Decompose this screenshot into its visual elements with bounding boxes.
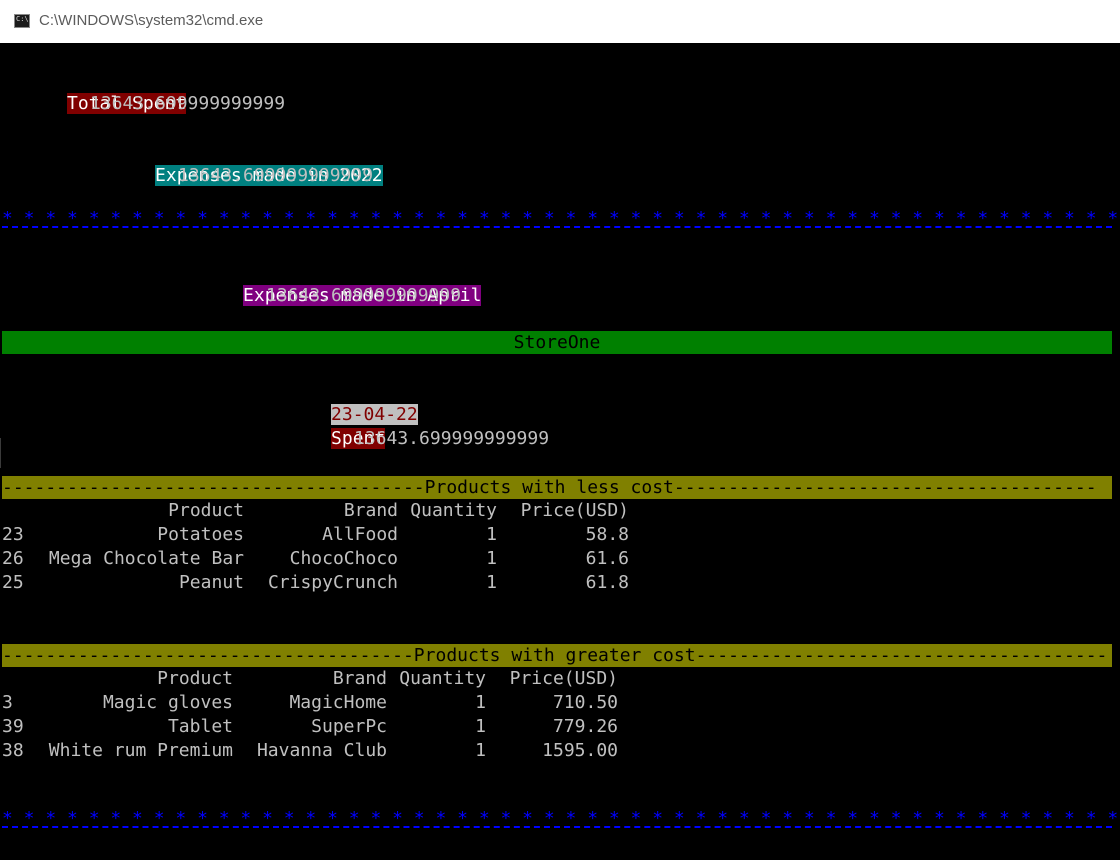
table-header-row: Product Brand Quantity Price(USD) [2, 499, 642, 523]
row-product: Potatoes [157, 524, 244, 545]
table-row: 23 Potatoes AllFood 1 58.8 [2, 523, 642, 547]
row-product: Peanut [178, 572, 244, 593]
row-price: 710.50 [552, 692, 618, 713]
row-product: Tablet [167, 716, 233, 737]
row-product: Mega Chocolate Bar [48, 548, 244, 569]
row-brand: MagicHome [289, 692, 387, 713]
separator-bottom: * * * * * * * * * * * * * * * * * * * * … [2, 808, 1120, 835]
row-quantity: 1 [475, 692, 486, 713]
table-row: 3 Magic gloves MagicHome 1 710.50 [2, 691, 642, 715]
row-brand: ChocoChoco [289, 548, 398, 569]
year-expenses-line: Expenses made in 2022 [90, 140, 383, 186]
total-spent-value: 13643.699999999999 [90, 93, 286, 114]
column-header-brand: Brand [332, 668, 387, 689]
row-quantity: 1 [475, 716, 486, 737]
year-expenses-value: 13643.699999999999 [178, 165, 374, 186]
row-brand: AllFood [322, 524, 398, 545]
month-expenses-line: Expenses made in April [178, 260, 482, 306]
column-header-price: Price(USD) [520, 500, 629, 521]
less-cost-table: Product Brand Quantity Price(USD) 23 Pot… [2, 499, 642, 595]
row-quantity: 1 [475, 740, 486, 761]
row-product: White rum Premium [48, 740, 233, 761]
row-quantity: 1 [486, 572, 497, 593]
row-price: 58.8 [585, 524, 629, 545]
column-header-price: Price(USD) [509, 668, 618, 689]
column-header-brand: Brand [343, 500, 398, 521]
store-banner: StoreOne [2, 331, 1112, 354]
separator-top: * * * * * * * * * * * * * * * * * * * * … [2, 208, 1120, 235]
row-brand: Havanna Club [256, 740, 387, 761]
table-row: 39 Tablet SuperPc 1 779.26 [2, 715, 642, 739]
title-bar[interactable]: C:\WINDOWS\system32\cmd.exe [0, 0, 1120, 43]
row-price: 1595.00 [542, 740, 618, 761]
separator-stars: * * * * * * * * * * * * * * * * * * * * … [2, 808, 1120, 829]
separator-dash [2, 826, 1112, 828]
row-brand: CrispyCrunch [267, 572, 398, 593]
store-spent-line: Spent [266, 403, 386, 449]
store-spent-value: 13643.699999999999 [354, 428, 550, 449]
greater-cost-table: Product Brand Quantity Price(USD) 3 Magi… [2, 667, 642, 763]
console-output[interactable]: Total Spent 13643.699999999999 Expenses … [0, 43, 1120, 860]
column-header-product: Product [168, 500, 244, 521]
table-row: 25 Peanut CrispyCrunch 1 61.8 [2, 571, 642, 595]
table-header-row: Product Brand Quantity Price(USD) [2, 667, 642, 691]
table-row: 38 White rum Premium Havanna Club 1 1595… [2, 739, 642, 763]
row-price: 61.6 [585, 548, 629, 569]
column-header-product: Product [157, 668, 233, 689]
column-header-quantity: Quantity [399, 668, 486, 689]
month-expenses-value: 13643.699999999999 [266, 285, 462, 306]
row-price: 61.8 [585, 572, 629, 593]
row-brand: SuperPc [311, 716, 387, 737]
cmd-window: C:\WINDOWS\system32\cmd.exe Total Spent … [0, 0, 1120, 860]
row-quantity: 1 [486, 524, 497, 545]
greater-cost-header: --------------------------------------Pr… [2, 644, 1112, 667]
scroll-edge [0, 438, 1, 468]
separator-dash [2, 226, 1112, 228]
column-header-quantity: Quantity [410, 500, 497, 521]
window-title: C:\WINDOWS\system32\cmd.exe [39, 12, 264, 29]
separator-stars: * * * * * * * * * * * * * * * * * * * * … [2, 208, 1120, 229]
row-product: Magic gloves [102, 692, 233, 713]
row-quantity: 1 [486, 548, 497, 569]
less-cost-header: ---------------------------------------P… [2, 476, 1112, 499]
cmd-icon [14, 13, 30, 28]
row-price: 779.26 [552, 716, 618, 737]
store-date-line: 23-04-22 [266, 379, 418, 425]
total-spent-line: Total Spent [2, 68, 187, 114]
table-row: 26 Mega Chocolate Bar ChocoChoco 1 61.6 [2, 547, 642, 571]
